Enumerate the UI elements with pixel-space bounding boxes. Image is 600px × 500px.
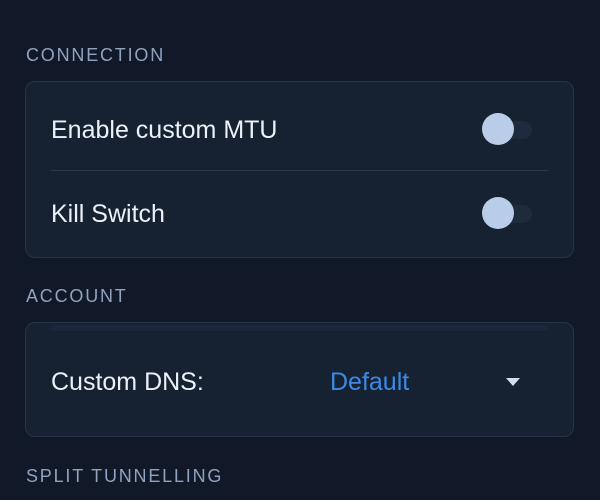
section-header-account: ACCOUNT [26,286,128,306]
connection-card: Enable custom MTU Kill Switch [25,81,574,258]
kill-switch-toggle[interactable] [482,197,532,229]
custom-mtu-toggle[interactable] [482,113,532,145]
account-card: Custom DNS: Default [25,322,574,437]
setting-row-kill-switch[interactable]: Kill Switch [26,171,573,258]
section-header-connection: CONNECTION [26,45,165,65]
dns-select-value[interactable]: Default [330,368,409,397]
toggle-knob [482,113,514,145]
toggle-knob [482,197,514,229]
custom-mtu-label: Enable custom MTU [51,116,278,144]
section-header-split-tunnelling: SPLIT TUNNELLING [26,466,224,486]
setting-row-custom-mtu[interactable]: Enable custom MTU [26,82,573,170]
chevron-down-icon[interactable] [506,378,520,386]
setting-row-custom-dns[interactable]: Custom DNS: Default [26,323,573,438]
kill-switch-label: Kill Switch [51,200,165,228]
custom-dns-label: Custom DNS: [51,368,204,396]
